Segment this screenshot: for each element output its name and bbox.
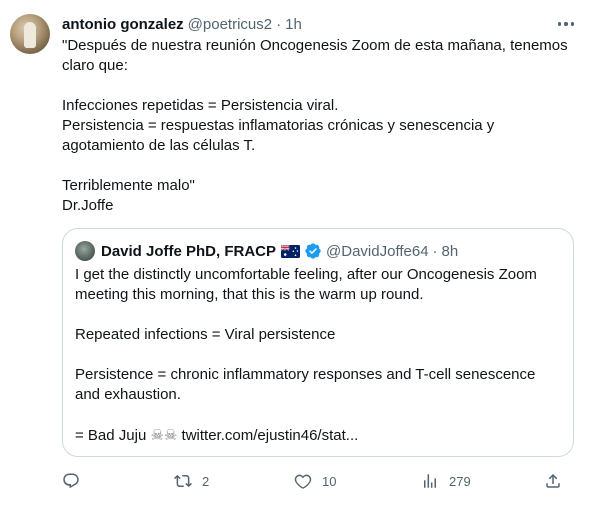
quoted-tweet[interactable]: David Joffe PhD, FRACP @DavidJoffe64 · 8… — [62, 228, 574, 457]
action-bar: 2 10 279 — [62, 470, 582, 492]
reply-icon — [63, 473, 79, 489]
separator-dot: · — [276, 15, 282, 33]
like-count: 10 — [322, 473, 337, 489]
tweet-time[interactable]: 1h — [285, 16, 302, 33]
retweet-button[interactable]: 2 — [174, 470, 209, 492]
quoted-author-name: David Joffe PhD, FRACP — [101, 242, 277, 260]
more-icon[interactable] — [556, 16, 576, 32]
tweet-header: antonio gonzalez @poetricus2 · 1h — [62, 14, 302, 34]
views-button[interactable]: 279 — [421, 470, 471, 492]
retweet-icon — [174, 474, 192, 488]
flag-australia-icon — [281, 244, 301, 258]
quoted-author-handle: @DavidJoffe64 — [326, 242, 429, 260]
tweet-text: "Después de nuestra reunión Oncogenesis … — [62, 37, 568, 214]
quoted-text-main: I get the distinctly uncomfortable feeli… — [75, 266, 537, 444]
quoted-header: David Joffe PhD, FRACP @DavidJoffe64 · 8… — [75, 241, 458, 261]
skull-emoji: ☠☠ — [150, 426, 178, 444]
views-count: 279 — [449, 473, 471, 489]
quoted-text: I get the distinctly uncomfortable feeli… — [75, 265, 563, 446]
like-button[interactable]: 10 — [294, 470, 336, 492]
author-name[interactable]: antonio gonzalez — [62, 16, 184, 33]
reply-button[interactable] — [62, 470, 90, 492]
quoted-link[interactable]: twitter.com/ejustin46/stat... — [177, 427, 359, 444]
author-handle[interactable]: @poetricus2 — [188, 16, 272, 33]
views-icon — [424, 474, 436, 488]
author-avatar[interactable] — [10, 14, 50, 54]
share-button[interactable] — [544, 470, 562, 492]
retweet-count: 2 — [202, 473, 210, 489]
tweet[interactable]: antonio gonzalez @poetricus2 · 1h "Despu… — [0, 0, 596, 506]
like-icon — [294, 474, 312, 489]
quoted-avatar — [75, 241, 95, 261]
share-icon — [546, 473, 560, 488]
quoted-separator-dot: · — [432, 242, 438, 260]
quoted-time: 8h — [441, 242, 459, 260]
verified-badge-icon — [305, 243, 321, 259]
